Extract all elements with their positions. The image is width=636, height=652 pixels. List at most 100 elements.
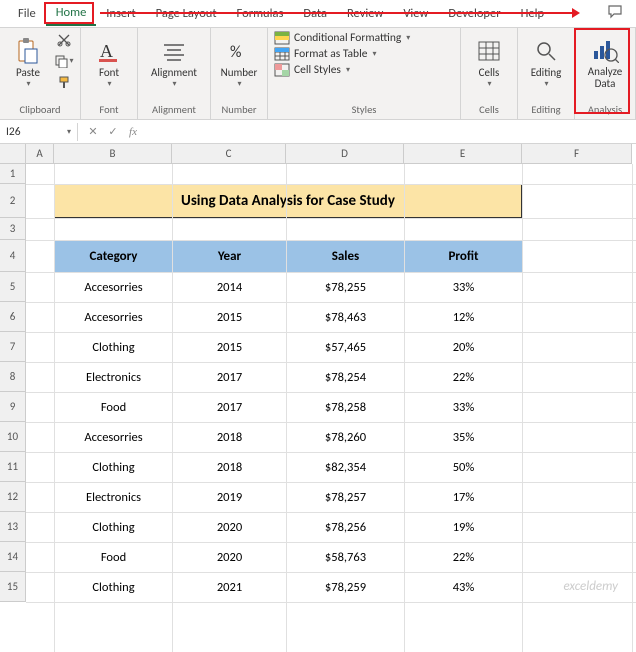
table-cell[interactable]: 33% [405, 273, 523, 303]
ribbon-group-analysis: AnalyzeData Analysis [575, 28, 636, 119]
name-box-value: I26 [6, 125, 21, 139]
editing-button[interactable]: Editing ▾ [524, 31, 568, 95]
table-cell[interactable]: $78,258 [287, 393, 405, 423]
format-painter-icon[interactable] [54, 73, 74, 91]
table-cell[interactable]: Electronics [55, 363, 173, 393]
table-cell[interactable]: Clothing [55, 573, 173, 603]
row-header[interactable]: 13 [0, 512, 26, 542]
table-cell[interactable]: $78,257 [287, 483, 405, 513]
table-cell[interactable]: 2014 [173, 273, 287, 303]
table-cell[interactable]: 2017 [173, 393, 287, 423]
menu-insert[interactable]: Insert [96, 2, 145, 25]
row-header[interactable]: 1 [0, 164, 26, 184]
menu-developer[interactable]: Developer [438, 2, 510, 25]
table-cell[interactable]: Accesorries [55, 423, 173, 453]
table-cell[interactable]: 20% [405, 333, 523, 363]
formula-input[interactable] [148, 123, 636, 141]
enter-icon[interactable]: ✓ [104, 123, 122, 141]
cells-button[interactable]: Cells ▾ [467, 31, 511, 95]
number-group-label: Number [217, 101, 261, 119]
row-header[interactable]: 10 [0, 422, 26, 452]
column-header[interactable]: B [54, 144, 172, 164]
copy-icon[interactable]: ▾ [54, 52, 74, 70]
format-as-table-button[interactable]: Format as Table▾ [274, 47, 410, 61]
cell-styles-button[interactable]: Cell Styles▾ [274, 63, 410, 77]
table-cell[interactable]: $78,254 [287, 363, 405, 393]
menu-data[interactable]: Data [293, 2, 337, 25]
table-cell[interactable]: 2015 [173, 303, 287, 333]
menu-home[interactable]: Home [46, 1, 97, 26]
row-header[interactable]: 12 [0, 482, 26, 512]
table-cell[interactable]: 35% [405, 423, 523, 453]
paste-button[interactable]: Paste ▾ [6, 31, 50, 95]
menu-page-layout[interactable]: Page Layout [146, 2, 227, 25]
table-cell[interactable]: $78,260 [287, 423, 405, 453]
table-cell[interactable]: 2018 [173, 453, 287, 483]
fx-icon[interactable]: fx [124, 123, 142, 141]
cells-area[interactable]: Using Data Analysis for Case Study Categ… [26, 164, 636, 652]
table-cell[interactable]: $82,354 [287, 453, 405, 483]
table-cell[interactable]: Accesorries [55, 303, 173, 333]
table-cell[interactable]: 12% [405, 303, 523, 333]
table-row: Accesorries2014$78,25533% [55, 273, 523, 303]
alignment-button[interactable]: Alignment ▾ [144, 31, 204, 95]
row-header[interactable]: 14 [0, 542, 26, 572]
table-cell[interactable]: 33% [405, 393, 523, 423]
table-cell[interactable]: Food [55, 393, 173, 423]
conditional-formatting-button[interactable]: Conditional Formatting▾ [274, 31, 410, 45]
cut-icon[interactable] [54, 31, 74, 49]
row-header[interactable]: 7 [0, 332, 26, 362]
row-header[interactable]: 2 [0, 184, 26, 218]
table-cell[interactable]: Clothing [55, 513, 173, 543]
row-header[interactable]: 3 [0, 218, 26, 240]
table-cell[interactable]: 2019 [173, 483, 287, 513]
row-header[interactable]: 15 [0, 572, 26, 602]
analyze-data-button[interactable]: AnalyzeData [581, 31, 629, 95]
column-header[interactable]: E [404, 144, 522, 164]
table-cell[interactable]: 2017 [173, 363, 287, 393]
menu-file[interactable]: File [8, 2, 46, 25]
menu-review[interactable]: Review [337, 2, 393, 25]
table-cell[interactable]: $78,256 [287, 513, 405, 543]
table-cell[interactable]: 2020 [173, 543, 287, 573]
table-cell[interactable]: Accesorries [55, 273, 173, 303]
table-cell[interactable]: 2020 [173, 513, 287, 543]
table-cell[interactable]: 22% [405, 363, 523, 393]
table-cell[interactable]: 50% [405, 453, 523, 483]
row-header[interactable]: 4 [0, 240, 26, 272]
table-cell[interactable]: $58,763 [287, 543, 405, 573]
row-header[interactable]: 11 [0, 452, 26, 482]
name-box[interactable]: I26 ▾ [0, 123, 78, 141]
table-cell[interactable]: Electronics [55, 483, 173, 513]
select-all-corner[interactable] [0, 144, 26, 164]
column-header[interactable]: D [286, 144, 404, 164]
comments-icon[interactable] [602, 3, 630, 25]
row-header[interactable]: 8 [0, 362, 26, 392]
row-header[interactable]: 5 [0, 272, 26, 302]
menu-formulas[interactable]: Formulas [227, 2, 294, 25]
number-button[interactable]: % Number ▾ [217, 31, 261, 95]
table-cell[interactable]: 19% [405, 513, 523, 543]
table-cell[interactable]: 17% [405, 483, 523, 513]
column-header[interactable]: F [522, 144, 632, 164]
row-header[interactable]: 6 [0, 302, 26, 332]
menu-view[interactable]: View [393, 2, 438, 25]
table-cell[interactable]: Clothing [55, 333, 173, 363]
font-button[interactable]: A Font ▾ [87, 31, 131, 95]
table-cell[interactable]: 22% [405, 543, 523, 573]
table-cell[interactable]: 2018 [173, 423, 287, 453]
table-cell[interactable]: 2021 [173, 573, 287, 603]
table-cell[interactable]: 2015 [173, 333, 287, 363]
row-header[interactable]: 9 [0, 392, 26, 422]
table-cell[interactable]: Clothing [55, 453, 173, 483]
table-cell[interactable]: $57,465 [287, 333, 405, 363]
table-cell[interactable]: $78,463 [287, 303, 405, 333]
table-cell[interactable]: $78,255 [287, 273, 405, 303]
table-cell[interactable]: $78,259 [287, 573, 405, 603]
table-cell[interactable]: Food [55, 543, 173, 573]
cancel-icon[interactable]: ✕ [84, 123, 102, 141]
table-cell[interactable]: 43% [405, 573, 523, 603]
column-header[interactable]: C [172, 144, 286, 164]
column-header[interactable]: A [26, 144, 54, 164]
menu-help[interactable]: Help [511, 2, 554, 25]
